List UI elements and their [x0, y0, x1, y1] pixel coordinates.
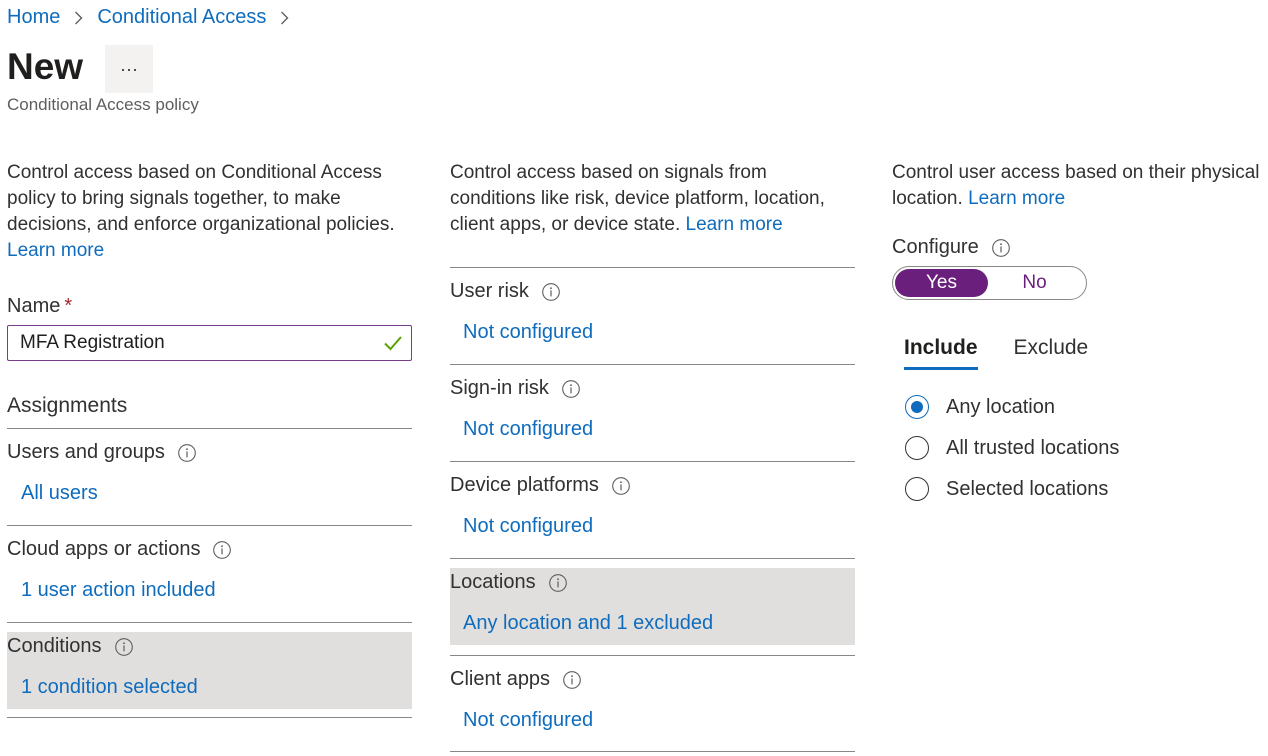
name-label-text: Name — [7, 295, 61, 317]
client-apps-label: Client apps — [450, 668, 551, 690]
required-indicator: * — [64, 295, 73, 317]
policy-description-text: Control access based on Conditional Acce… — [7, 162, 395, 235]
tab-exclude[interactable]: Exclude — [1014, 336, 1089, 370]
info-icon[interactable] — [541, 282, 561, 302]
divider — [7, 622, 412, 623]
divider — [450, 751, 855, 752]
configure-label-text: Configure — [892, 236, 979, 258]
tab-include[interactable]: Include — [904, 336, 978, 370]
divider — [450, 267, 855, 268]
divider — [450, 655, 855, 656]
cloud-apps-title: Cloud apps or actions — [7, 538, 232, 561]
info-icon[interactable] — [212, 540, 232, 560]
users-and-groups-title: Users and groups — [7, 441, 197, 464]
divider — [7, 428, 412, 429]
configure-toggle[interactable]: Yes No — [892, 266, 1087, 300]
radio-button[interactable] — [905, 477, 929, 501]
learn-more-link[interactable]: Learn more — [686, 214, 783, 235]
radio-any-location[interactable]: Any location — [905, 395, 1055, 419]
sign-in-risk-link[interactable]: Not configured — [463, 418, 593, 441]
toggle-no-option[interactable]: No — [988, 269, 1081, 297]
toggle-yes-option[interactable]: Yes — [895, 269, 988, 297]
conditions-description: Control access based on signals from con… — [450, 160, 855, 238]
user-risk-title: User risk — [450, 280, 561, 303]
divider — [7, 717, 412, 718]
device-platforms-title: Device platforms — [450, 474, 631, 497]
client-apps-title: Client apps — [450, 668, 582, 691]
info-icon[interactable] — [562, 670, 582, 690]
locations-label: Locations — [450, 571, 536, 593]
info-icon[interactable] — [611, 476, 631, 496]
radio-button[interactable] — [905, 395, 929, 419]
users-and-groups-link[interactable]: All users — [21, 482, 98, 505]
users-and-groups-label: Users and groups — [7, 441, 165, 463]
radio-button[interactable] — [905, 436, 929, 460]
include-exclude-tabs: Include Exclude — [904, 336, 1124, 370]
page-subtitle: Conditional Access policy — [7, 95, 199, 114]
name-label: Name * — [7, 295, 72, 318]
info-icon[interactable] — [177, 443, 197, 463]
sign-in-risk-title: Sign-in risk — [450, 377, 581, 400]
user-risk-label: User risk — [450, 280, 529, 302]
radio-selected-locations-label: Selected locations — [946, 477, 1109, 500]
radio-selected-dot — [911, 401, 923, 413]
policy-name-value: MFA Registration — [20, 332, 165, 353]
conditions-title: Conditions — [7, 635, 134, 658]
user-risk-link[interactable]: Not configured — [463, 321, 593, 344]
learn-more-link[interactable]: Learn more — [968, 188, 1065, 209]
learn-more-link[interactable]: Learn more — [7, 240, 104, 261]
configure-label: Configure — [892, 236, 1011, 259]
assignments-heading: Assignments — [7, 394, 128, 417]
breadcrumb: Home Conditional Access — [7, 6, 303, 29]
device-platforms-link[interactable]: Not configured — [463, 515, 593, 538]
divider — [450, 558, 855, 559]
locations-title: Locations — [450, 571, 568, 594]
chevron-right-icon — [74, 11, 83, 25]
chevron-right-icon — [280, 11, 289, 25]
conditions-label: Conditions — [7, 635, 102, 657]
page-title: New — [7, 46, 84, 87]
divider — [450, 461, 855, 462]
checkmark-icon — [383, 334, 403, 358]
info-icon[interactable] — [561, 379, 581, 399]
more-options-button[interactable]: ··· — [105, 45, 153, 93]
info-icon[interactable] — [114, 637, 134, 657]
sign-in-risk-label: Sign-in risk — [450, 377, 549, 399]
divider — [7, 525, 412, 526]
divider — [450, 364, 855, 365]
policy-description: Control access based on Conditional Acce… — [7, 160, 412, 264]
info-icon[interactable] — [991, 238, 1011, 258]
radio-all-trusted-locations-label: All trusted locations — [946, 436, 1120, 459]
breadcrumb-home-link[interactable]: Home — [7, 6, 60, 29]
device-platforms-label: Device platforms — [450, 474, 599, 496]
policy-name-input[interactable]: MFA Registration — [7, 325, 412, 361]
locations-description-text: Control user access based on their physi… — [892, 162, 1260, 209]
radio-all-trusted-locations[interactable]: All trusted locations — [905, 436, 1119, 460]
locations-link[interactable]: Any location and 1 excluded — [463, 612, 713, 635]
conditions-link[interactable]: 1 condition selected — [21, 676, 198, 699]
radio-any-location-label: Any location — [946, 395, 1055, 418]
radio-selected-locations[interactable]: Selected locations — [905, 477, 1108, 501]
client-apps-link[interactable]: Not configured — [463, 709, 593, 732]
cloud-apps-label: Cloud apps or actions — [7, 538, 201, 560]
breadcrumb-conditional-access-link[interactable]: Conditional Access — [97, 6, 266, 29]
locations-description: Control user access based on their physi… — [892, 160, 1268, 212]
cloud-apps-link[interactable]: 1 user action included — [21, 579, 216, 602]
info-icon[interactable] — [548, 573, 568, 593]
